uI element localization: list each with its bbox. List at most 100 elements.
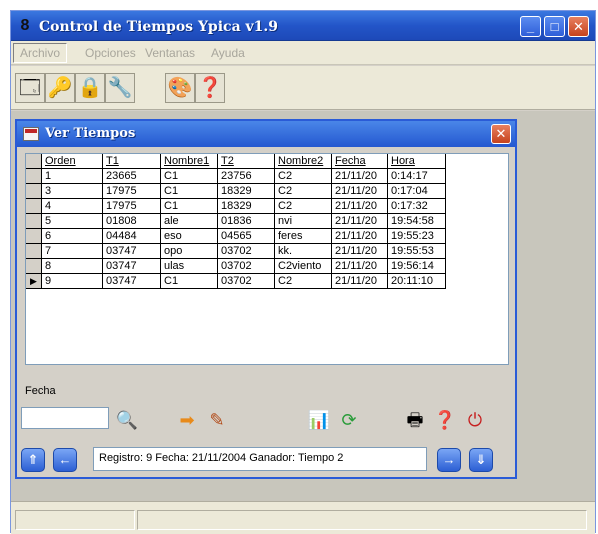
minimize-button[interactable]: _: [520, 16, 541, 37]
table-cell[interactable]: 18329: [218, 184, 275, 199]
palette-icon[interactable]: 🎨: [165, 73, 195, 103]
table-cell[interactable]: C2viento: [275, 259, 332, 274]
table-cell[interactable]: eso: [161, 229, 218, 244]
table-cell[interactable]: C2: [275, 169, 332, 184]
table-cell[interactable]: 0:14:17: [388, 169, 446, 184]
table-cell[interactable]: 18329: [218, 199, 275, 214]
title-bar[interactable]: 8 Control de Tiempos Ypica v1.9 _ □ ✕: [11, 11, 595, 41]
fecha-input[interactable]: [21, 407, 109, 429]
table-cell[interactable]: 8: [42, 259, 103, 274]
table-cell[interactable]: 03747: [103, 259, 161, 274]
table-cell[interactable]: C1: [161, 274, 218, 289]
table-cell[interactable]: 21/11/20: [332, 274, 388, 289]
arrow-right-icon[interactable]: ➡: [173, 405, 201, 433]
print-icon[interactable]: 🖶: [401, 405, 429, 433]
table-cell[interactable]: C2: [275, 199, 332, 214]
table-cell[interactable]: C2: [275, 274, 332, 289]
row-indicator[interactable]: [26, 244, 42, 259]
table-cell[interactable]: 03747: [103, 244, 161, 259]
table-cell[interactable]: 03702: [218, 274, 275, 289]
table-row[interactable]: ▶ 9 03747 C1 03702 C2 21/11/20 20:11:10: [26, 274, 508, 289]
row-indicator[interactable]: ▶: [26, 274, 42, 289]
table-row[interactable]: 7 03747 opo 03702 kk. 21/11/20 19:55:53: [26, 244, 508, 259]
table-cell[interactable]: C1: [161, 199, 218, 214]
table-cell[interactable]: 21/11/20: [332, 184, 388, 199]
table-cell[interactable]: 03702: [218, 259, 275, 274]
table-cell[interactable]: 0:17:04: [388, 184, 446, 199]
help-icon[interactable]: ❓: [195, 73, 225, 103]
table-cell[interactable]: 23665: [103, 169, 161, 184]
table-cell[interactable]: 03747: [103, 274, 161, 289]
table-row[interactable]: 5 01808 ale 01836 nvi 21/11/20 19:54:58: [26, 214, 508, 229]
child-title-bar[interactable]: Ver Tiempos ✕: [17, 121, 515, 147]
table-cell[interactable]: 21/11/20: [332, 214, 388, 229]
next-record-button[interactable]: →: [437, 448, 461, 472]
table-cell[interactable]: nvi: [275, 214, 332, 229]
row-indicator[interactable]: [26, 169, 42, 184]
table-cell[interactable]: 6: [42, 229, 103, 244]
table-cell[interactable]: 0:17:32: [388, 199, 446, 214]
table-row[interactable]: 4 17975 C1 18329 C2 21/11/20 0:17:32: [26, 199, 508, 214]
prev-record-button[interactable]: ←: [53, 448, 77, 472]
first-record-button[interactable]: ⇑: [21, 448, 45, 472]
row-indicator[interactable]: [26, 229, 42, 244]
lock-icon[interactable]: 🔒: [75, 73, 105, 103]
table-cell[interactable]: kk.: [275, 244, 332, 259]
table-row[interactable]: 8 03747 ulas 03702 C2viento 21/11/20 19:56:14: [26, 259, 508, 274]
table-cell[interactable]: 3: [42, 184, 103, 199]
table-cell[interactable]: 21/11/20: [332, 244, 388, 259]
menu-ventanas[interactable]: Ventanas: [145, 46, 195, 60]
table-cell[interactable]: C1: [161, 169, 218, 184]
column-header[interactable]: Fecha: [332, 154, 388, 169]
column-header[interactable]: Hora: [388, 154, 446, 169]
refresh-icon[interactable]: ⟳: [335, 405, 363, 433]
table-row[interactable]: 3 17975 C1 18329 C2 21/11/20 0:17:04: [26, 184, 508, 199]
menu-archivo[interactable]: Archivo: [13, 43, 68, 63]
table-cell[interactable]: 19:54:58: [388, 214, 446, 229]
table-cell[interactable]: ale: [161, 214, 218, 229]
table-cell[interactable]: 17975: [103, 199, 161, 214]
table-cell[interactable]: 01808: [103, 214, 161, 229]
table-cell[interactable]: 21/11/20: [332, 169, 388, 184]
menu-opciones[interactable]: Opciones: [85, 46, 136, 60]
maximize-button[interactable]: □: [544, 16, 565, 37]
table-row[interactable]: 1 23665 C1 23756 C2 21/11/20 0:14:17: [26, 169, 508, 184]
table-cell[interactable]: opo: [161, 244, 218, 259]
table-cell[interactable]: C2: [275, 184, 332, 199]
table-cell[interactable]: C1: [161, 184, 218, 199]
row-indicator[interactable]: [26, 214, 42, 229]
table-row[interactable]: 6 04484 eso 04565 feres 21/11/20 19:55:23: [26, 229, 508, 244]
table-cell[interactable]: 04484: [103, 229, 161, 244]
column-header[interactable]: Orden: [42, 154, 103, 169]
table-cell[interactable]: 1: [42, 169, 103, 184]
table-cell[interactable]: feres: [275, 229, 332, 244]
table-cell[interactable]: 9: [42, 274, 103, 289]
table-cell[interactable]: 4: [42, 199, 103, 214]
help-icon[interactable]: ❓: [431, 405, 459, 433]
table-cell[interactable]: 7: [42, 244, 103, 259]
last-record-button[interactable]: ⇓: [469, 448, 493, 472]
row-indicator[interactable]: [26, 199, 42, 214]
table-cell[interactable]: 19:55:23: [388, 229, 446, 244]
row-indicator[interactable]: [26, 184, 42, 199]
close-button[interactable]: ✕: [568, 16, 589, 37]
plugin-icon[interactable]: 🔧: [105, 73, 135, 103]
table-cell[interactable]: 03702: [218, 244, 275, 259]
search-icon[interactable]: 🔍: [113, 405, 141, 433]
edit-icon[interactable]: ✎: [203, 405, 231, 433]
key-icon[interactable]: 🔑: [45, 73, 75, 103]
row-indicator[interactable]: [26, 259, 42, 274]
table-cell[interactable]: 01836: [218, 214, 275, 229]
column-header[interactable]: T2: [218, 154, 275, 169]
column-header[interactable]: T1: [103, 154, 161, 169]
table-cell[interactable]: 21/11/20: [332, 229, 388, 244]
menu-ayuda[interactable]: Ayuda: [211, 46, 245, 60]
column-header[interactable]: Nombre2: [275, 154, 332, 169]
power-icon[interactable]: ⏻: [461, 405, 489, 433]
column-header[interactable]: Nombre1: [161, 154, 218, 169]
table-cell[interactable]: ulas: [161, 259, 218, 274]
table-cell[interactable]: 21/11/20: [332, 259, 388, 274]
table-cell[interactable]: 17975: [103, 184, 161, 199]
table-cell[interactable]: 5: [42, 214, 103, 229]
table-cell[interactable]: 19:56:14: [388, 259, 446, 274]
